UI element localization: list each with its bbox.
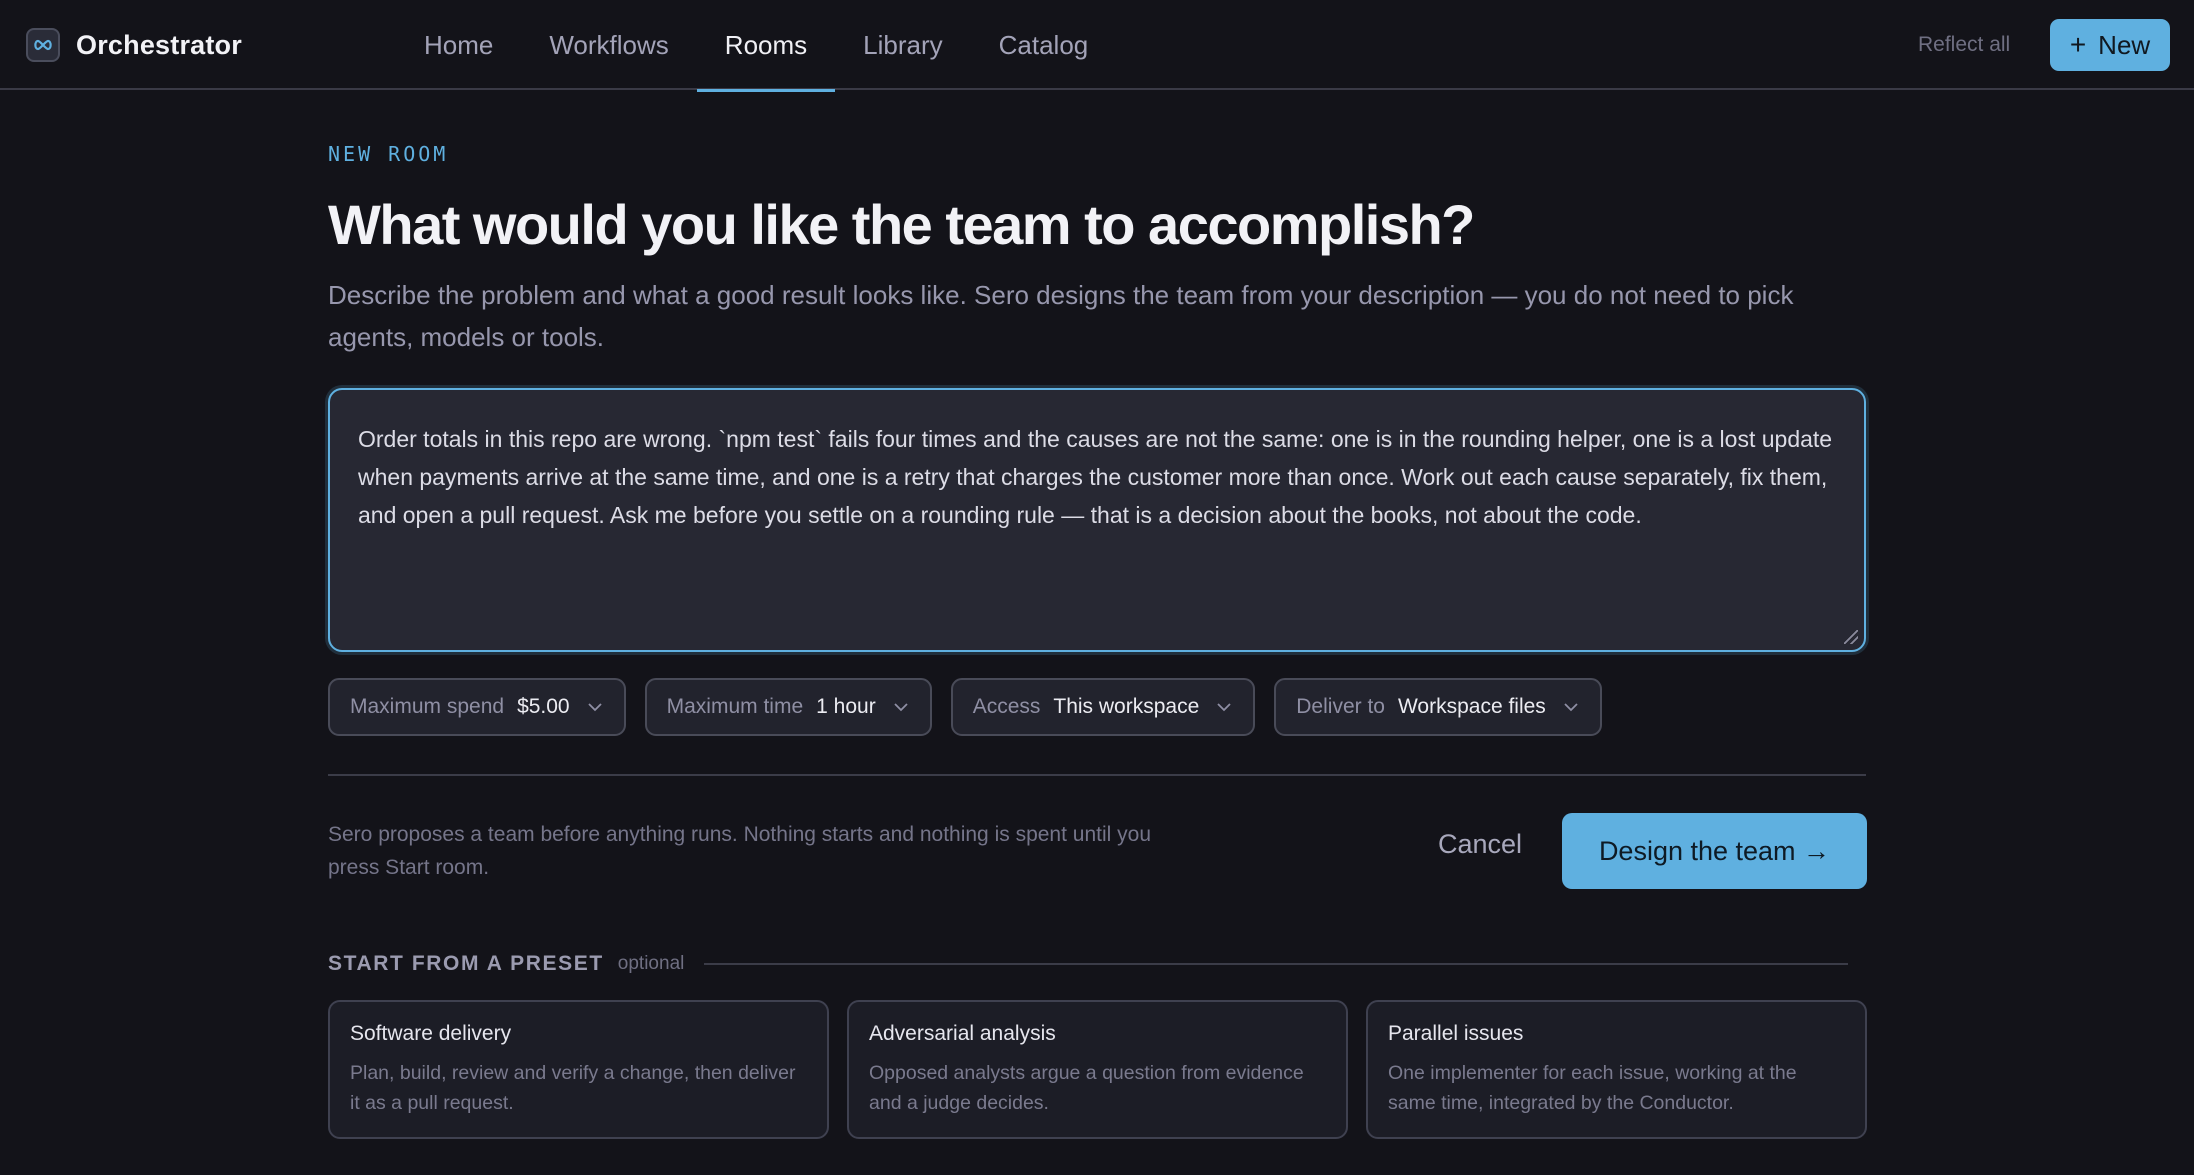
nav-workflows[interactable]: Workflows (521, 0, 696, 90)
access-label: Access (972, 695, 1041, 718)
preset-card-adversarial-analysis[interactable]: Adversarial analysis Opposed analysts ar… (847, 1000, 1348, 1139)
infinity-icon (26, 28, 60, 62)
preset-card-description: Plan, build, review and verify a change,… (350, 1062, 796, 1114)
preset-card-title: Software delivery (350, 1022, 512, 1045)
design-team-button[interactable]: Design the team → (1562, 813, 1867, 889)
preset-card-description: Opposed analysts argue a question from e… (869, 1062, 1304, 1114)
start-note: Sero proposes a team before anything run… (328, 823, 1151, 879)
resize-handle-icon[interactable] (1844, 630, 1858, 644)
preset-cards: Software delivery Plan, build, review an… (328, 1000, 1867, 1139)
deliver-to-label: Deliver to (1296, 695, 1385, 718)
preset-card-software-delivery[interactable]: Software delivery Plan, build, review an… (328, 1000, 829, 1139)
page-title: What would you like the team to accompli… (328, 193, 1475, 256)
nav-library[interactable]: Library (835, 0, 970, 90)
preset-card-title: Adversarial analysis (869, 1022, 1056, 1045)
section-divider (328, 774, 1866, 776)
access-value: This workspace (1053, 695, 1200, 718)
chevron-down-icon (1564, 702, 1578, 712)
new-button-label: New (2098, 29, 2151, 60)
max-time-select[interactable]: Maximum time 1 hour (644, 678, 932, 736)
chevron-down-icon (1217, 702, 1231, 712)
reflect-all-button[interactable]: Reflect all (1918, 33, 2010, 57)
page-subtitle: Describe the problem and what a good res… (328, 280, 1794, 352)
nav-home[interactable]: Home (396, 0, 521, 90)
eyebrow-label: NEW ROOM (328, 142, 449, 166)
preset-divider (704, 963, 1848, 965)
preset-card-description: One implementer for each issue, working … (1388, 1062, 1797, 1114)
preset-card-parallel-issues[interactable]: Parallel issues One implementer for each… (1366, 1000, 1867, 1139)
nav-catalog[interactable]: Catalog (971, 0, 1117, 90)
max-time-value: 1 hour (816, 695, 876, 718)
cancel-button[interactable]: Cancel (1420, 814, 1540, 874)
app-name: Orchestrator (76, 29, 242, 60)
preset-header: START FROM A PRESET optional (328, 950, 1848, 978)
max-spend-label: Maximum spend (350, 695, 505, 718)
brand[interactable]: Orchestrator (26, 27, 242, 63)
constraint-controls: Maximum spend $5.00 Maximum time 1 hour … (328, 678, 1621, 736)
preset-optional-label: optional (617, 953, 685, 974)
max-time-label: Maximum time (666, 695, 804, 718)
main-nav: Home Workflows Rooms Library Catalog (396, 0, 1117, 92)
deliver-to-select[interactable]: Deliver to Workspace files (1274, 678, 1602, 736)
top-bar: Orchestrator Home Workflows Rooms Librar… (0, 0, 2194, 92)
max-spend-select[interactable]: Maximum spend $5.00 (328, 678, 626, 736)
nav-rooms[interactable]: Rooms (696, 0, 836, 92)
goal-text: Order totals in this repo are wrong. `np… (358, 426, 1833, 528)
new-button[interactable]: + New (2050, 19, 2170, 71)
preset-title: START FROM A PRESET (328, 952, 604, 975)
access-select[interactable]: Access This workspace (950, 678, 1256, 736)
max-spend-value: $5.00 (517, 695, 570, 718)
deliver-to-value: Workspace files (1397, 695, 1546, 718)
goal-textarea[interactable]: Order totals in this repo are wrong. `np… (328, 388, 1866, 652)
preset-card-title: Parallel issues (1388, 1022, 1524, 1045)
chevron-down-icon (894, 702, 908, 712)
plus-icon: + (2069, 29, 2087, 60)
chevron-down-icon (587, 702, 602, 712)
